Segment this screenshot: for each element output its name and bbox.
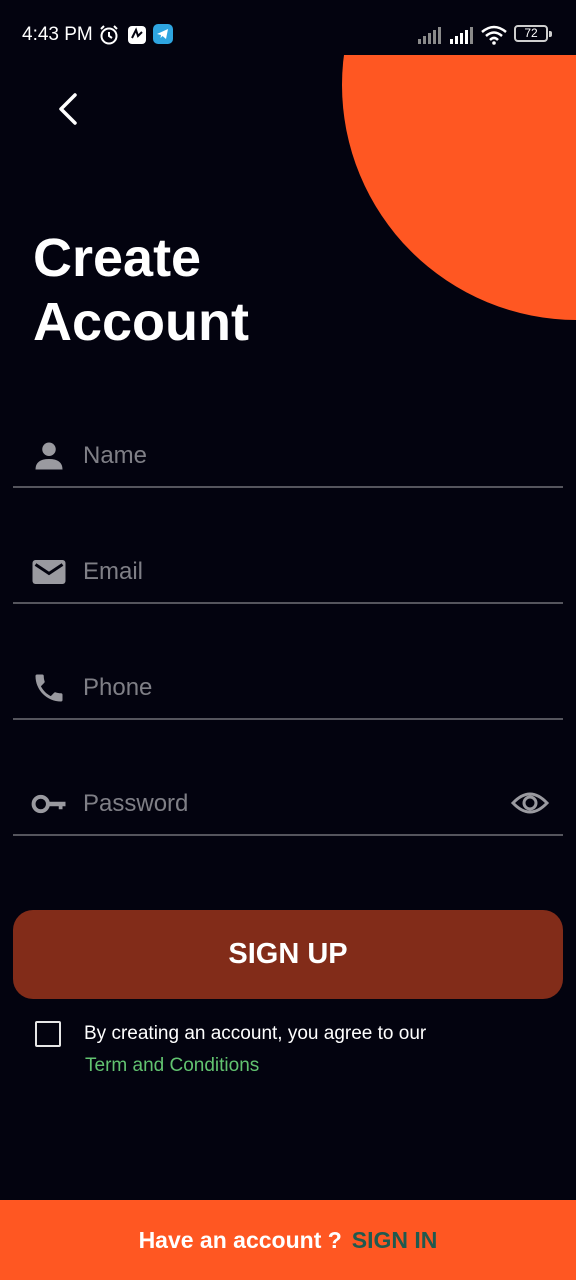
status-time: 4:43 PM — [22, 24, 93, 45]
app-notification-icon — [128, 26, 146, 44]
phone-icon — [35, 674, 63, 702]
have-account-text: Have an account ? — [138, 1227, 342, 1253]
create-account-screen: 4:43 PM 72 Create Account Name Email Pho… — [0, 0, 576, 1280]
page-title: Create Account — [33, 228, 249, 352]
email-field — [13, 514, 563, 604]
battery-icon: 72 — [514, 25, 552, 42]
alarm-icon — [100, 25, 118, 45]
signal-icon — [418, 27, 441, 44]
password-field — [13, 746, 563, 836]
status-bar: 4:43 PM 72 — [0, 0, 576, 68]
signin-footer: Have an account ? SIGN IN — [0, 1200, 576, 1280]
phone-field — [13, 630, 563, 720]
signal-icon — [450, 27, 473, 44]
mail-icon — [32, 560, 66, 584]
chevron-left-icon — [59, 93, 77, 125]
battery-level: 72 — [524, 26, 538, 40]
terms-checkbox[interactable] — [35, 1021, 61, 1047]
name-input[interactable] — [83, 436, 483, 476]
terms-text: By creating an account, you agree to our — [84, 1023, 427, 1044]
name-field — [13, 398, 563, 488]
phone-input[interactable] — [83, 668, 483, 708]
eye-icon[interactable] — [511, 786, 549, 820]
wifi-icon — [481, 25, 507, 45]
telegram-icon — [153, 24, 173, 44]
email-input[interactable] — [83, 552, 483, 592]
password-input[interactable] — [83, 784, 483, 824]
terms-link[interactable]: Term and Conditions — [85, 1055, 259, 1077]
signup-button[interactable]: SIGN UP — [13, 910, 563, 999]
signin-link[interactable]: SIGN IN — [352, 1227, 438, 1253]
back-button[interactable] — [46, 88, 90, 132]
key-icon — [31, 794, 66, 814]
person-icon — [35, 442, 63, 470]
